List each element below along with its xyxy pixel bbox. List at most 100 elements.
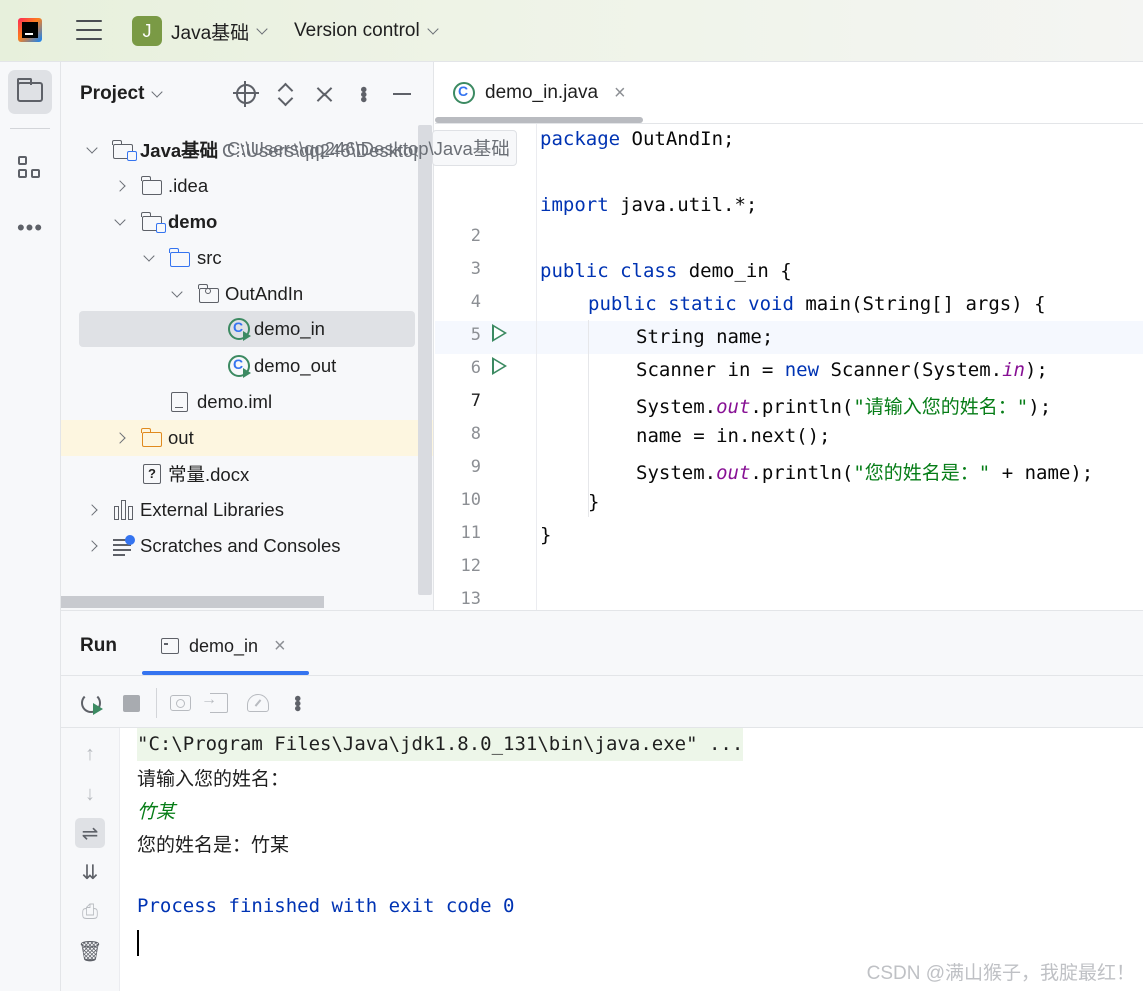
structure-tool-button[interactable]	[8, 146, 52, 190]
tab-run-demo-in[interactable]: demo_in ×	[161, 631, 286, 661]
options-icon[interactable]: •••	[350, 81, 376, 107]
tree-item-demo-in[interactable]: demo_in	[79, 311, 415, 347]
tree-item-label: demo	[168, 211, 218, 232]
code-text: java.util.*;	[608, 194, 758, 216]
chevron-down-icon[interactable]	[142, 249, 156, 265]
code-line[interactable]: System.out.println("您的姓名是：" + name);	[636, 458, 1093, 485]
tree-item-label: out	[168, 427, 194, 448]
code-line[interactable]: }	[588, 491, 599, 513]
down-arrow-icon[interactable]: ↓	[75, 779, 105, 809]
chevron-down-icon[interactable]	[113, 213, 127, 229]
hide-icon[interactable]	[389, 81, 415, 107]
console-command-line: "C:\Program Files\Java\jdk1.8.0_131\bin\…	[137, 728, 744, 761]
chevron-down-icon	[151, 85, 164, 98]
stop-icon[interactable]	[119, 691, 143, 715]
soft-wrap-icon[interactable]: ⇌	[75, 818, 105, 848]
collapse-all-icon[interactable]	[311, 81, 337, 107]
project-vertical-scrollbar[interactable]	[418, 125, 432, 595]
intellij-logo-icon[interactable]	[18, 18, 42, 42]
run-gutter-icon[interactable]	[492, 357, 507, 375]
tree-item-scratches[interactable]: Scratches and Consoles	[61, 528, 433, 564]
tree-item-label: External Libraries	[140, 499, 284, 520]
tree-item-src[interactable]: src	[61, 240, 433, 276]
console-output-line: 您的姓名是：竹某	[137, 834, 290, 856]
hamburger-menu-icon[interactable]	[76, 20, 102, 42]
tree-item-label: .idea	[168, 175, 209, 196]
chevron-right-icon[interactable]	[85, 503, 99, 517]
console-output[interactable]: "C:\Program Files\Java\jdk1.8.0_131\bin\…	[119, 728, 1143, 991]
locate-icon[interactable]	[233, 81, 259, 107]
divider	[10, 128, 50, 129]
field: in	[1002, 359, 1025, 381]
expand-all-icon[interactable]	[272, 81, 298, 107]
tree-item-demo-iml[interactable]: demo.iml	[61, 384, 433, 420]
field: out	[716, 462, 751, 484]
console-prompt: 请输入您的姓名：	[137, 768, 290, 790]
tree-item-idea[interactable]: .idea	[61, 168, 433, 204]
up-arrow-icon[interactable]: ↑	[75, 739, 105, 769]
module-folder-icon	[112, 140, 137, 161]
project-panel-title: Project	[80, 83, 145, 104]
tree-item-demo[interactable]: demo	[61, 204, 433, 240]
project-switcher[interactable]: J Java基础	[132, 15, 268, 47]
code-line[interactable]: String name;	[636, 326, 773, 348]
trash-icon[interactable]: 🗑	[75, 936, 105, 966]
tree-item-package[interactable]: OutAndIn	[61, 276, 433, 312]
code-text: Scanner in =	[636, 359, 785, 381]
tab-scrollbar[interactable]	[435, 117, 643, 123]
tree-item-external-libraries[interactable]: External Libraries	[61, 492, 433, 528]
line-number: 6	[470, 358, 481, 378]
chevron-down-icon[interactable]	[170, 285, 184, 301]
indent-guide	[588, 320, 589, 517]
project-view-selector[interactable]: Project	[80, 83, 164, 105]
module-folder-icon	[141, 212, 166, 233]
chevron-down-icon	[256, 22, 268, 35]
camera-icon[interactable]	[168, 691, 192, 715]
rerun-icon[interactable]	[79, 691, 103, 715]
code-line[interactable]: Scanner in = new Scanner(System.in);	[636, 359, 1048, 381]
chevron-right-icon[interactable]	[85, 539, 99, 553]
print-icon[interactable]: ⎙	[75, 897, 105, 927]
scroll-to-end-icon[interactable]: ⇊	[75, 857, 105, 887]
code-line[interactable]: public static void main(String[] args) {	[588, 293, 1046, 315]
keyword: new	[784, 359, 820, 381]
code-text: demo_in {	[677, 260, 792, 282]
code-line[interactable]: package OutAndIn;	[540, 128, 734, 150]
code-text: OutAndIn;	[620, 128, 735, 150]
chevron-right-icon[interactable]	[113, 431, 127, 445]
project-tool-button[interactable]	[8, 70, 52, 114]
profiler-icon[interactable]	[246, 691, 270, 715]
code-text: .println(	[750, 462, 854, 484]
code-line[interactable]: System.out.println("请输入您的姓名：");	[636, 392, 1051, 419]
attach-icon[interactable]	[201, 691, 231, 715]
run-gutter-icon[interactable]	[492, 324, 507, 342]
java-class-icon	[453, 82, 475, 104]
code-line[interactable]: }	[540, 524, 551, 546]
vcs-label: Version control	[294, 20, 420, 41]
project-horizontal-scrollbar[interactable]	[61, 596, 324, 608]
version-control-menu[interactable]: Version control	[294, 15, 439, 47]
line-number: 3	[470, 259, 481, 279]
code-line[interactable]: name = in.next();	[636, 425, 830, 447]
tree-item-docx[interactable]: ? 常量.docx	[61, 456, 433, 492]
code-line[interactable]: import java.util.*;	[540, 194, 757, 216]
chevron-right-icon[interactable]	[113, 179, 127, 193]
line-number: 11	[460, 523, 481, 543]
options-icon[interactable]: •••	[285, 691, 309, 715]
close-icon[interactable]: ×	[614, 82, 626, 105]
code-text: System.	[636, 396, 717, 418]
tab-demo-in-java[interactable]: demo_in.java ×	[453, 75, 626, 111]
tree-item-demo-out[interactable]: demo_out	[61, 348, 433, 384]
run-tab-label: demo_in	[189, 635, 259, 656]
code-editor: demo_in.java × 2 3 4 5 6 7 8 9 10 11 12 …	[435, 62, 1143, 642]
tree-item-out[interactable]: out	[61, 420, 433, 456]
close-icon[interactable]: ×	[274, 635, 286, 658]
tool-window-strip: •••	[0, 62, 61, 991]
code-line[interactable]: public class demo_in {	[540, 260, 792, 282]
chevron-down-icon[interactable]	[85, 141, 99, 157]
keyword: public static void	[588, 293, 794, 315]
java-class-icon	[228, 318, 251, 341]
more-tools-button[interactable]: •••	[8, 206, 52, 250]
line-number: 12	[460, 556, 481, 576]
modules-icon	[18, 156, 42, 180]
